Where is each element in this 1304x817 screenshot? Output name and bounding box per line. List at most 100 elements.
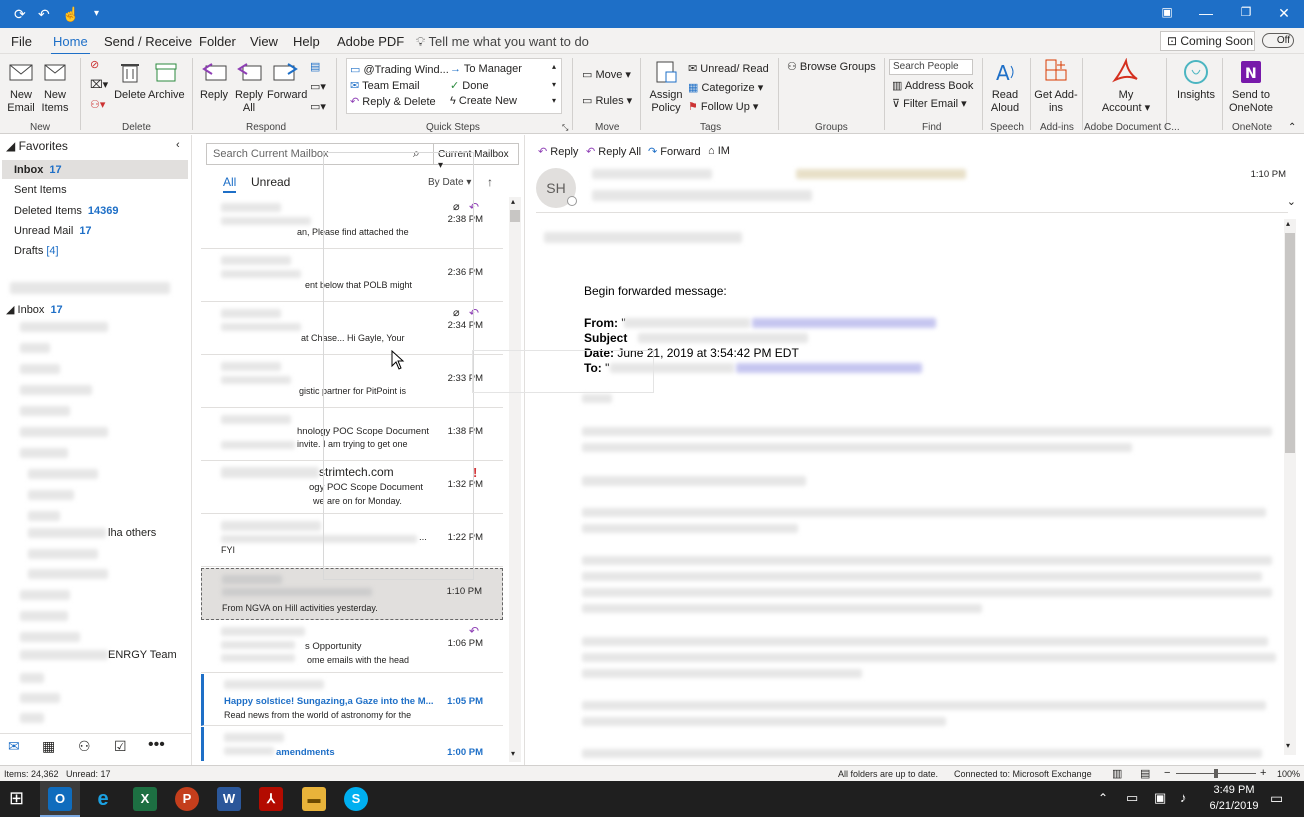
word-app-icon[interactable]: W (217, 787, 241, 811)
tab-help[interactable]: Help (293, 34, 320, 49)
send-receive-icon[interactable]: ⟳ (14, 6, 26, 23)
customize-toolbar-icon[interactable]: ▾ (94, 8, 99, 19)
categorize-button[interactable]: ▦ Categorize ▾ (688, 81, 763, 94)
undo-icon[interactable]: ↶ (38, 6, 50, 23)
clean-up-icon[interactable]: ⌧▾ (90, 78, 108, 91)
scroll-down-icon[interactable]: ▾ (1286, 741, 1290, 750)
more-respond-icon[interactable]: ▭▾ (310, 100, 326, 113)
minimize-icon[interactable]: — (1196, 5, 1216, 21)
folder-drafts[interactable]: Drafts [4] (14, 245, 59, 257)
taskbar-time[interactable]: 3:49 PM (1206, 784, 1262, 796)
rules-button[interactable]: ▭ Rules ▾ (582, 94, 632, 107)
favorites-header[interactable]: ◢ Favorites (6, 139, 68, 153)
move-button[interactable]: ▭ Move ▾ (582, 68, 631, 81)
zoom-out-icon[interactable]: − (1164, 767, 1170, 779)
tray-chevron-icon[interactable]: ⌃ (1098, 791, 1108, 805)
list-scrollbar[interactable] (509, 197, 521, 762)
folder-unread[interactable]: Unread Mail 17 (14, 225, 92, 237)
archive-button[interactable]: Archive (148, 58, 185, 102)
folder-deleted[interactable]: Deleted Items 14369 (14, 205, 118, 217)
filter-unread-tab[interactable]: Unread (251, 175, 290, 189)
list-item-unread[interactable]: amendments 1:00 PM (201, 727, 503, 761)
junk-icon[interactable]: ⚇▾ (90, 98, 105, 111)
follow-up-button[interactable]: ⚑ Follow Up ▾ (688, 100, 758, 113)
im-action[interactable]: ⌂ IM (708, 145, 730, 157)
excel-app-icon[interactable]: X (133, 787, 157, 811)
search-scope-dropdown[interactable]: Current Mailbox ▾ (433, 143, 519, 171)
qs-more-icon[interactable]: ▾ (552, 96, 556, 105)
get-addins-button[interactable]: Get Add-ins (1034, 58, 1078, 115)
sort-direction-icon[interactable]: ↑ (487, 175, 493, 189)
acrobat-app-icon[interactable]: ⅄ (259, 787, 283, 811)
list-item[interactable]: ... 1:22 PM FYI (201, 515, 503, 567)
volume-icon[interactable]: ♪ (1180, 790, 1187, 805)
ribbon-display-icon[interactable]: ▣ (1157, 5, 1177, 19)
qs-create-button[interactable]: ϟ Create New (450, 95, 517, 107)
qs-reply-delete-button[interactable]: ↶ Reply & Delete (350, 95, 436, 108)
list-item[interactable]: hnology POC Scope Document 1:38 PM invit… (201, 409, 503, 461)
windows-start-icon[interactable]: ⊞ (9, 789, 24, 807)
tab-file[interactable]: File (11, 34, 32, 49)
people-icon[interactable]: ⚇ (78, 738, 91, 755)
new-email-button[interactable]: New Email (6, 58, 36, 115)
zoom-in-icon[interactable]: + (1260, 767, 1266, 779)
scroll-down-icon[interactable]: ▾ (511, 749, 515, 758)
collapse-pane-icon[interactable]: ‹ (176, 139, 180, 151)
tab-home[interactable]: Home (51, 34, 90, 56)
list-item[interactable]: 2:36 PM ent below that POLB might (201, 250, 503, 302)
filter-email-button[interactable]: ⊽ Filter Email ▾ (892, 97, 967, 110)
new-items-button[interactable]: New Items (38, 58, 72, 115)
tab-view[interactable]: View (250, 34, 278, 49)
touch-mode-icon[interactable]: ☝ (62, 6, 79, 23)
unread-read-button[interactable]: ✉ Unread/ Read (688, 62, 769, 75)
folder-inbox[interactable]: Inbox 17 (14, 164, 62, 176)
read-aloud-button[interactable]: A Read Aloud (986, 58, 1024, 115)
tab-adobe-pdf[interactable]: Adobe PDF (337, 34, 404, 49)
more-apps-icon[interactable]: ••• (148, 736, 165, 754)
normal-view-icon[interactable]: ▥ (1112, 767, 1122, 780)
folder-inbox-account[interactable]: ◢ Inbox 17 (6, 303, 63, 316)
folder-sent[interactable]: Sent Items (14, 184, 67, 196)
assign-policy-button[interactable]: Assign Policy (646, 58, 686, 115)
outlook-app-icon[interactable]: O (48, 787, 72, 811)
skype-app-icon[interactable]: S (344, 787, 368, 811)
ignore-icon[interactable]: ⊘ (90, 58, 99, 71)
list-item[interactable]: 2:33 PM gistic partner for PitPoint is (201, 356, 503, 408)
calendar-icon[interactable]: ▦ (42, 738, 55, 755)
list-item[interactable]: ⌀ ↶ 2:34 PM at Chase... Hi Gayle, Your (201, 303, 503, 355)
meeting-icon[interactable]: ▤ (310, 60, 320, 73)
list-item-selected[interactable]: 1:10 PM From NGVA on Hill activities yes… (201, 568, 503, 620)
im-reply-icon[interactable]: ▭▾ (310, 80, 326, 93)
list-item[interactable]: ↶ s Opportunity 1:06 PM ome emails with … (201, 621, 503, 673)
sort-dropdown[interactable]: By Date ▾ (428, 177, 471, 188)
restore-icon[interactable]: ❐ (1236, 5, 1256, 19)
taskbar-date[interactable]: 6/21/2019 (1206, 800, 1262, 812)
expand-header-icon[interactable]: ⌄ (1287, 195, 1296, 208)
forward-button[interactable]: Forward (267, 58, 307, 102)
network-icon[interactable]: ▣ (1154, 790, 1166, 806)
mail-icon[interactable]: ✉ (8, 738, 20, 755)
search-icon[interactable]: ⌕ (413, 146, 420, 161)
reading-view-icon[interactable]: ▤ (1140, 767, 1150, 780)
list-item[interactable]: strimtech.com ! ogy POC Scope Document 1… (201, 462, 503, 514)
browse-groups-button[interactable]: ⚇ Browse Groups (787, 60, 876, 73)
qs-done-button[interactable]: ✓ Done (450, 79, 489, 92)
folder-others[interactable]: lha others (108, 527, 156, 539)
reply-button[interactable]: Reply (198, 58, 230, 102)
search-input[interactable]: Search Current Mailbox (206, 143, 434, 165)
tell-me-search[interactable]: 💡︎ Tell me what you want to do (416, 34, 589, 50)
reply-all-action[interactable]: ↶ Reply All (586, 145, 641, 158)
my-account-button[interactable]: My Account ▾ (1098, 58, 1154, 115)
tab-send-receive[interactable]: Send / Receive (104, 34, 192, 49)
coming-soon-button[interactable]: ⊡ Coming Soon (1160, 31, 1255, 51)
close-icon[interactable]: ✕ (1274, 5, 1294, 22)
delete-button[interactable]: Delete (114, 58, 146, 102)
ie-app-icon[interactable]: e (91, 787, 115, 811)
forward-action[interactable]: ↷ Forward (648, 145, 701, 158)
reply-all-button[interactable]: Reply All (232, 58, 266, 115)
filter-all-tab[interactable]: All (223, 175, 237, 193)
reading-scroll-thumb[interactable] (1285, 233, 1295, 453)
list-scroll-thumb[interactable] (510, 210, 520, 222)
list-item[interactable]: ⌀ ↶ 2:38 PM an, Please find attached the (201, 197, 503, 249)
qs-team-email-button[interactable]: ✉ Team Email (350, 79, 420, 92)
